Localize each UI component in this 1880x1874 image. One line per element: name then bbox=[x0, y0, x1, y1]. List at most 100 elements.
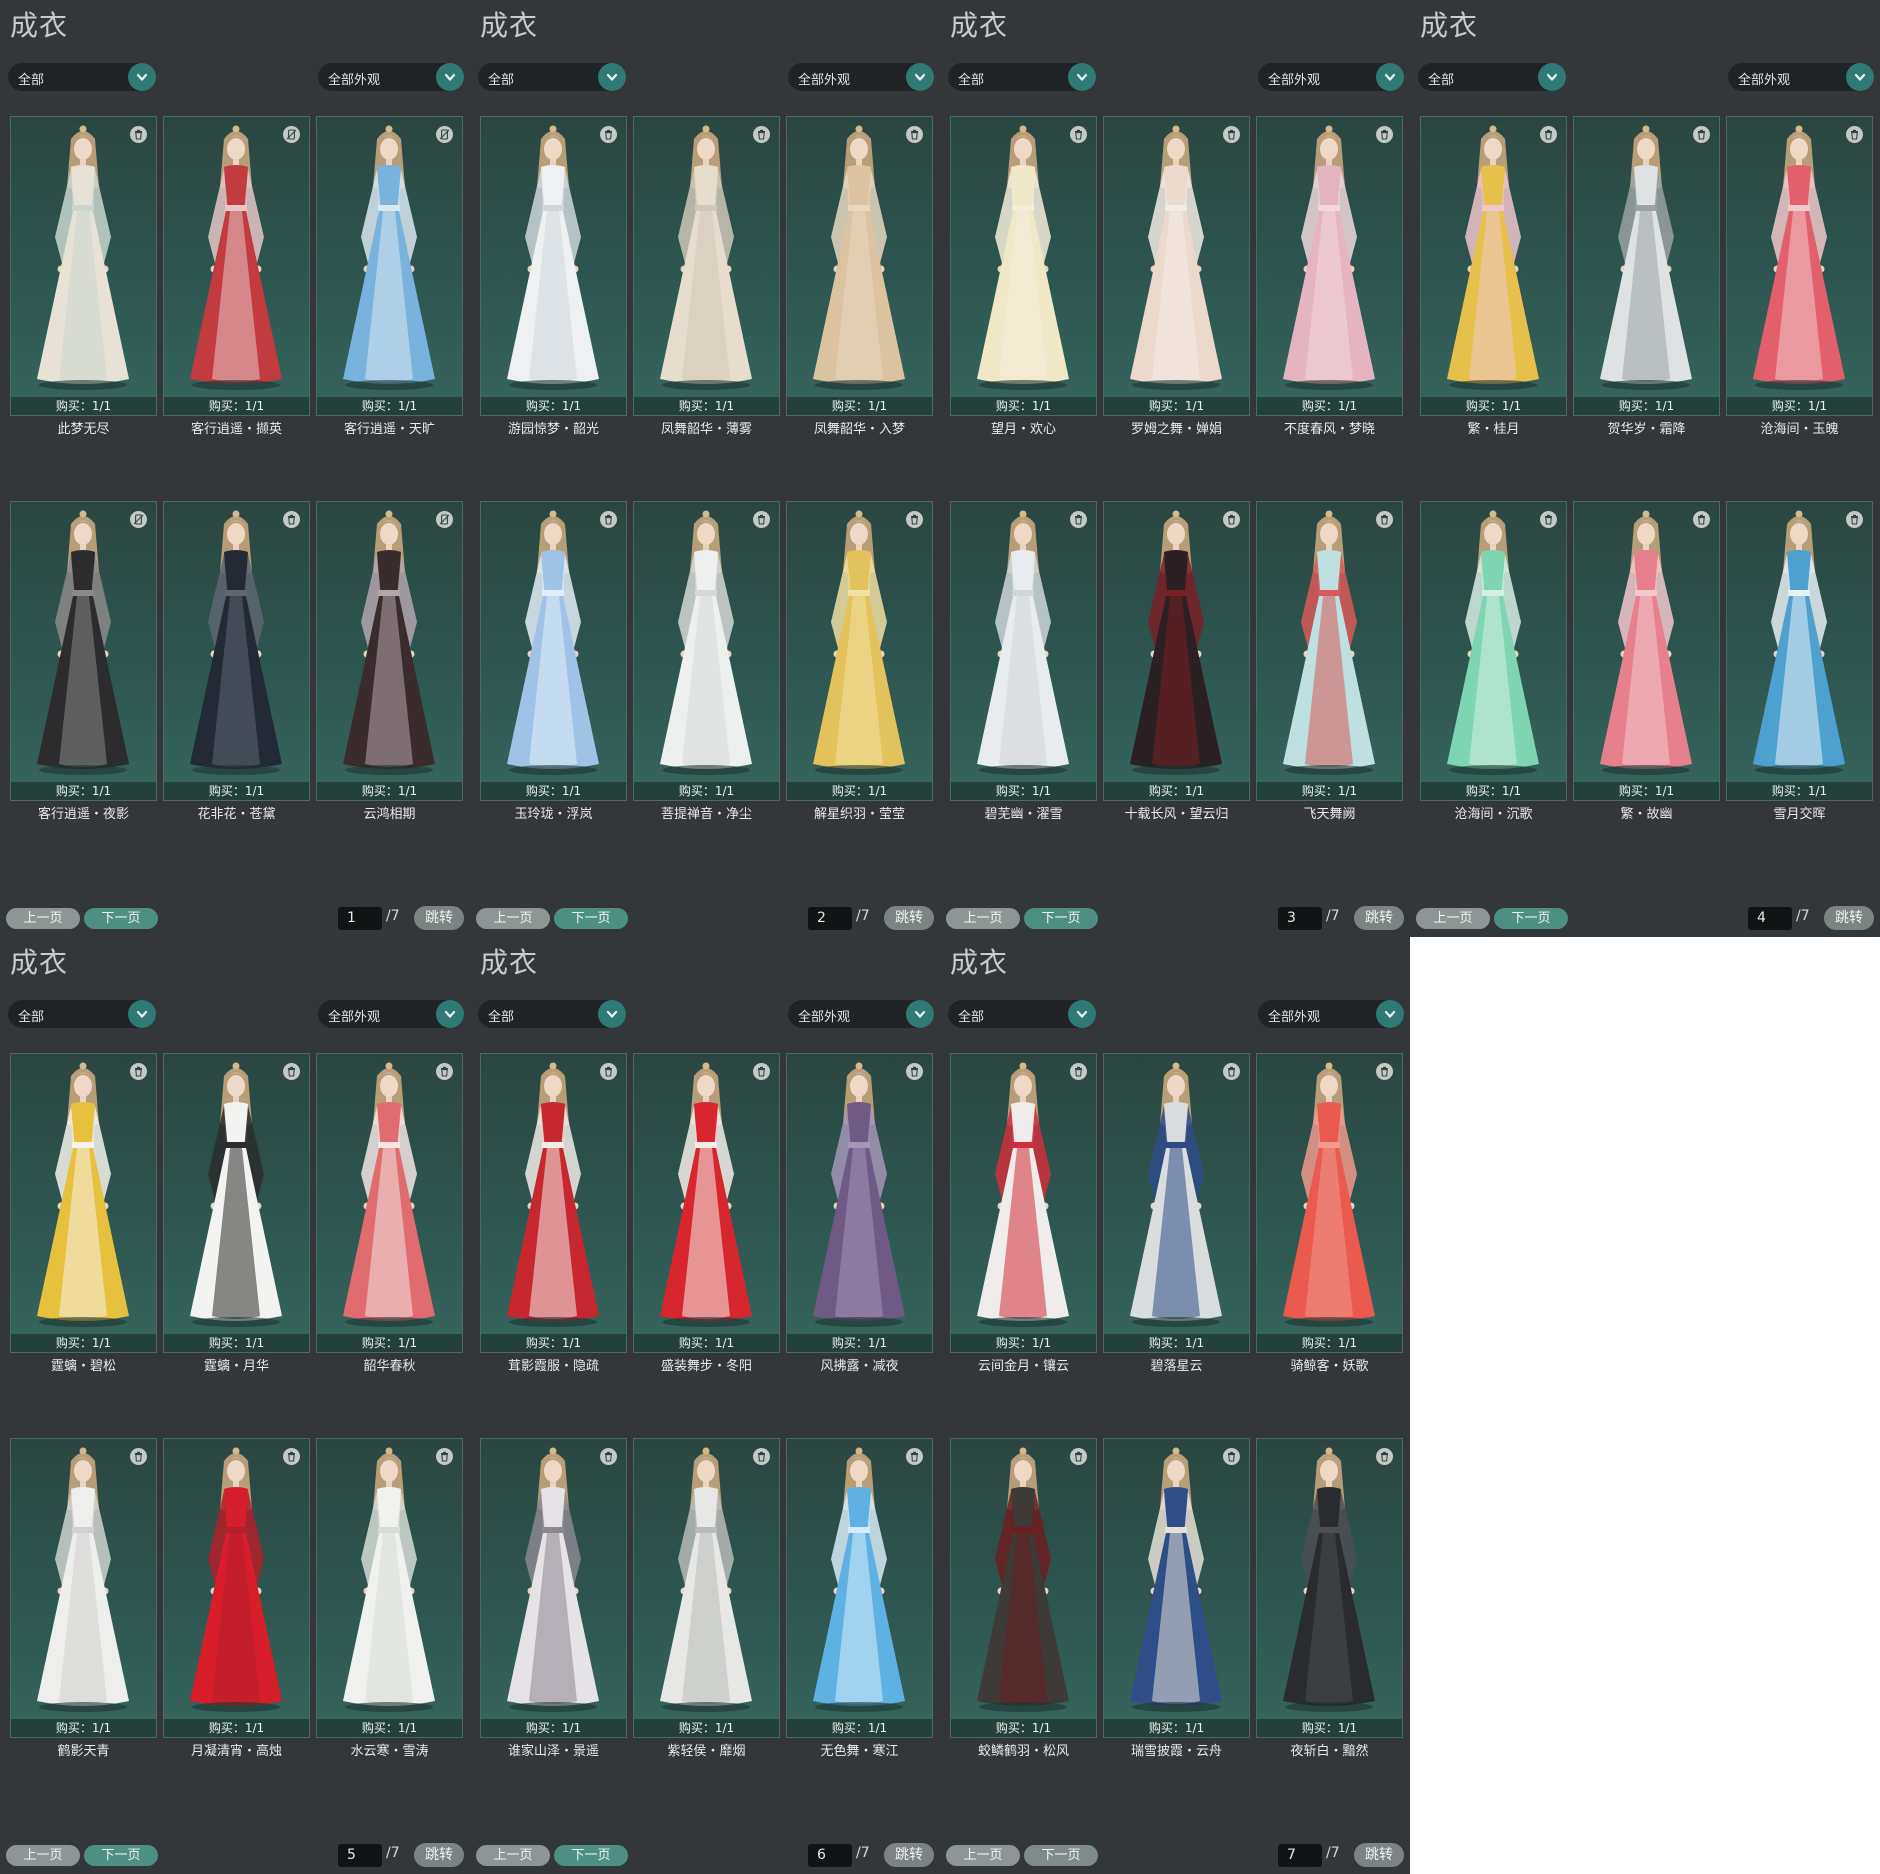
mobile-disabled-icon[interactable] bbox=[130, 511, 147, 528]
outfit-card[interactable]: 购买：1/1 bbox=[1103, 1053, 1250, 1353]
appearance-filter-dropdown[interactable]: 全部外观 bbox=[318, 1000, 464, 1028]
jump-button[interactable]: 跳转 bbox=[414, 1843, 464, 1867]
next-page-button[interactable]: 下一页 bbox=[1494, 908, 1568, 929]
outfit-card[interactable]: 购买：1/1 bbox=[163, 501, 310, 801]
delete-icon[interactable] bbox=[1693, 511, 1710, 528]
outfit-card[interactable]: 购买：1/1 bbox=[163, 1053, 310, 1353]
page-number-input[interactable]: 2 bbox=[808, 907, 852, 930]
outfit-card[interactable]: 购买：1/1 bbox=[786, 501, 933, 801]
appearance-filter-dropdown[interactable]: 全部外观 bbox=[788, 1000, 934, 1028]
appearance-filter-toggle[interactable] bbox=[1376, 1000, 1404, 1028]
page-number-input[interactable]: 4 bbox=[1748, 907, 1792, 930]
delete-icon[interactable] bbox=[283, 511, 300, 528]
category-filter-dropdown[interactable]: 全部 bbox=[8, 1000, 156, 1028]
next-page-button[interactable]: 下一页 bbox=[84, 1845, 158, 1866]
outfit-card[interactable]: 购买：1/1 bbox=[1256, 1053, 1403, 1353]
delete-icon[interactable] bbox=[753, 1448, 770, 1465]
delete-icon[interactable] bbox=[906, 1448, 923, 1465]
category-filter-toggle[interactable] bbox=[128, 63, 156, 91]
delete-icon[interactable] bbox=[1540, 511, 1557, 528]
jump-button[interactable]: 跳转 bbox=[1354, 906, 1404, 930]
outfit-card[interactable]: 购买：1/1 bbox=[1726, 501, 1873, 801]
delete-icon[interactable] bbox=[1223, 1063, 1240, 1080]
delete-icon[interactable] bbox=[600, 511, 617, 528]
prev-page-button[interactable]: 上一页 bbox=[6, 1845, 80, 1866]
outfit-card[interactable]: 购买：1/1 bbox=[633, 116, 780, 416]
jump-button[interactable]: 跳转 bbox=[1824, 906, 1874, 930]
prev-page-button[interactable]: 上一页 bbox=[476, 908, 550, 929]
next-page-button[interactable]: 下一页 bbox=[1024, 1845, 1098, 1866]
outfit-card[interactable]: 购买：1/1 bbox=[1103, 116, 1250, 416]
appearance-filter-toggle[interactable] bbox=[1376, 63, 1404, 91]
delete-icon[interactable] bbox=[753, 1063, 770, 1080]
category-filter-dropdown[interactable]: 全部 bbox=[948, 1000, 1096, 1028]
delete-icon[interactable] bbox=[600, 1448, 617, 1465]
prev-page-button[interactable]: 上一页 bbox=[946, 908, 1020, 929]
delete-icon[interactable] bbox=[130, 1063, 147, 1080]
category-filter-toggle[interactable] bbox=[1068, 63, 1096, 91]
category-filter-dropdown[interactable]: 全部 bbox=[478, 1000, 626, 1028]
delete-icon[interactable] bbox=[1070, 126, 1087, 143]
category-filter-toggle[interactable] bbox=[1068, 1000, 1096, 1028]
delete-icon[interactable] bbox=[130, 126, 147, 143]
jump-button[interactable]: 跳转 bbox=[884, 906, 934, 930]
delete-icon[interactable] bbox=[1376, 511, 1393, 528]
delete-icon[interactable] bbox=[1223, 511, 1240, 528]
delete-icon[interactable] bbox=[1846, 511, 1863, 528]
outfit-card[interactable]: 购买：1/1 bbox=[950, 116, 1097, 416]
appearance-filter-dropdown[interactable]: 全部外观 bbox=[1258, 1000, 1404, 1028]
appearance-filter-dropdown[interactable]: 全部外观 bbox=[1258, 63, 1404, 91]
mobile-disabled-icon[interactable] bbox=[436, 126, 453, 143]
delete-icon[interactable] bbox=[1070, 511, 1087, 528]
delete-icon[interactable] bbox=[1376, 126, 1393, 143]
delete-icon[interactable] bbox=[1846, 126, 1863, 143]
prev-page-button[interactable]: 上一页 bbox=[946, 1845, 1020, 1866]
delete-icon[interactable] bbox=[600, 126, 617, 143]
outfit-card[interactable]: 购买：1/1 bbox=[10, 1053, 157, 1353]
mobile-disabled-icon[interactable] bbox=[436, 511, 453, 528]
outfit-card[interactable]: 购买：1/1 bbox=[316, 116, 463, 416]
page-number-input[interactable]: 3 bbox=[1278, 907, 1322, 930]
category-filter-dropdown[interactable]: 全部 bbox=[1418, 63, 1566, 91]
outfit-card[interactable]: 购买：1/1 bbox=[316, 1053, 463, 1353]
jump-button[interactable]: 跳转 bbox=[414, 906, 464, 930]
jump-button[interactable]: 跳转 bbox=[884, 1843, 934, 1867]
outfit-card[interactable]: 购买：1/1 bbox=[1726, 116, 1873, 416]
outfit-card[interactable]: 购买：1/1 bbox=[1103, 501, 1250, 801]
category-filter-toggle[interactable] bbox=[128, 1000, 156, 1028]
page-number-input[interactable]: 1 bbox=[338, 907, 382, 930]
outfit-card[interactable]: 购买：1/1 bbox=[786, 1438, 933, 1738]
category-filter-toggle[interactable] bbox=[598, 1000, 626, 1028]
outfit-card[interactable]: 购买：1/1 bbox=[950, 1053, 1097, 1353]
outfit-card[interactable]: 购买：1/1 bbox=[633, 1438, 780, 1738]
delete-icon[interactable] bbox=[436, 1448, 453, 1465]
appearance-filter-dropdown[interactable]: 全部外观 bbox=[788, 63, 934, 91]
appearance-filter-dropdown[interactable]: 全部外观 bbox=[1728, 63, 1874, 91]
outfit-card[interactable]: 购买：1/1 bbox=[1420, 501, 1567, 801]
delete-icon[interactable] bbox=[130, 1448, 147, 1465]
delete-icon[interactable] bbox=[906, 126, 923, 143]
delete-icon[interactable] bbox=[1540, 126, 1557, 143]
prev-page-button[interactable]: 上一页 bbox=[6, 908, 80, 929]
outfit-card[interactable]: 购买：1/1 bbox=[950, 1438, 1097, 1738]
delete-icon[interactable] bbox=[283, 1063, 300, 1080]
outfit-card[interactable]: 购买：1/1 bbox=[1573, 116, 1720, 416]
outfit-card[interactable]: 购买：1/1 bbox=[163, 116, 310, 416]
outfit-card[interactable]: 购买：1/1 bbox=[316, 1438, 463, 1738]
delete-icon[interactable] bbox=[1223, 1448, 1240, 1465]
delete-icon[interactable] bbox=[1223, 126, 1240, 143]
category-filter-toggle[interactable] bbox=[1538, 63, 1566, 91]
outfit-card[interactable]: 购买：1/1 bbox=[480, 1053, 627, 1353]
delete-icon[interactable] bbox=[436, 1063, 453, 1080]
outfit-card[interactable]: 购买：1/1 bbox=[1103, 1438, 1250, 1738]
outfit-card[interactable]: 购买：1/1 bbox=[1256, 116, 1403, 416]
outfit-card[interactable]: 购买：1/1 bbox=[10, 501, 157, 801]
appearance-filter-toggle[interactable] bbox=[1846, 63, 1874, 91]
outfit-card[interactable]: 购买：1/1 bbox=[633, 1053, 780, 1353]
next-page-button[interactable]: 下一页 bbox=[554, 1845, 628, 1866]
delete-icon[interactable] bbox=[1376, 1448, 1393, 1465]
outfit-card[interactable]: 购买：1/1 bbox=[786, 116, 933, 416]
appearance-filter-toggle[interactable] bbox=[436, 63, 464, 91]
next-page-button[interactable]: 下一页 bbox=[1024, 908, 1098, 929]
appearance-filter-toggle[interactable] bbox=[906, 63, 934, 91]
